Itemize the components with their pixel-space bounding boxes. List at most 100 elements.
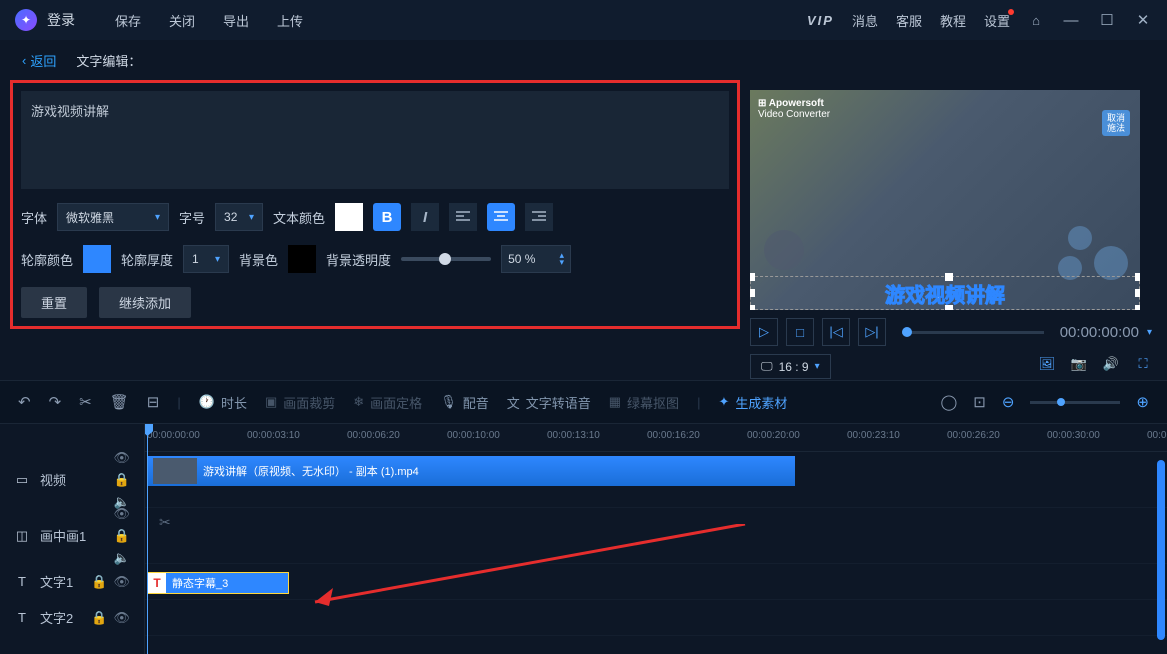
track-area[interactable]: 00:00:00:00 00:00:03:10 00:00:06:20 00:0…	[145, 424, 1167, 654]
window-close-icon[interactable]: ✕	[1134, 13, 1152, 27]
visibility-icon[interactable]: 👁	[113, 574, 130, 590]
menu-support[interactable]: 客服	[896, 11, 922, 30]
video-clip[interactable]: 游戏讲解（原视频、无水印） - 副本 (1).mp4	[147, 456, 795, 486]
duration-button[interactable]: 🕐时长	[199, 393, 247, 412]
delete-icon[interactable]: 🗑	[110, 393, 129, 411]
outline-color-swatch[interactable]	[83, 245, 111, 273]
time-ruler[interactable]: 00:00:00:00 00:00:03:10 00:00:06:20 00:0…	[145, 424, 1167, 452]
text2-lane[interactable]	[145, 600, 1167, 636]
vip-badge[interactable]: VIP	[807, 13, 834, 28]
zoom-out-icon[interactable]: ⊖	[1002, 393, 1015, 411]
menu-messages[interactable]: 消息	[852, 11, 878, 30]
visibility-icon[interactable]: 👁	[113, 450, 130, 466]
slider-thumb[interactable]	[439, 253, 451, 265]
next-frame-button[interactable]: ▷|	[858, 318, 886, 346]
menu-tutorial[interactable]: 教程	[940, 11, 966, 30]
generate-button[interactable]: ✦生成素材	[718, 393, 787, 412]
dub-button[interactable]: 🎙配音	[440, 393, 489, 412]
spin-down-icon[interactable]: ▾	[560, 259, 565, 266]
login-button[interactable]: 登录	[47, 10, 75, 30]
align-center-button[interactable]	[487, 203, 515, 231]
bg-opacity-value[interactable]: 50 %▴▾	[501, 245, 571, 273]
zoom-slider[interactable]	[1030, 401, 1120, 404]
bg-opacity-slider[interactable]	[401, 257, 491, 261]
tts-button[interactable]: 文文字转语音	[507, 393, 591, 412]
text-clip[interactable]: T 静态字幕_3	[147, 572, 289, 594]
outline-thickness-select[interactable]: 1▾	[183, 245, 229, 273]
zoom-thumb[interactable]	[1057, 398, 1065, 406]
menu-close[interactable]: 关闭	[169, 11, 195, 30]
timecode-dropdown-icon[interactable]: ▾	[1147, 327, 1152, 338]
chevron-down-icon: ▾	[155, 212, 160, 223]
italic-button[interactable]: I	[411, 203, 439, 231]
playback-thumb[interactable]	[902, 327, 912, 337]
camera-icon[interactable]: 📷	[1070, 355, 1088, 373]
visibility-icon[interactable]: 👁	[113, 506, 130, 522]
font-select[interactable]: 微软雅黑▾	[57, 203, 169, 231]
track-text2[interactable]: T 文字2 🔒👁	[0, 600, 144, 636]
crop-button[interactable]: ▣画面裁剪	[265, 393, 335, 412]
lock-icon[interactable]: 🔒	[114, 472, 130, 488]
stop-button[interactable]: □	[786, 318, 814, 346]
text-editor-panel: 游戏视频讲解 字体 微软雅黑▾ 字号 32▾ 文本颜色 B I 轮廓颜色 轮廓厚…	[0, 80, 750, 380]
caption-text-input[interactable]: 游戏视频讲解	[21, 91, 729, 189]
playhead[interactable]	[147, 424, 148, 654]
greenscreen-button[interactable]: ▦绿幕抠图	[609, 393, 679, 412]
lock-icon[interactable]: 🔒	[91, 574, 107, 590]
align-right-button[interactable]	[525, 203, 553, 231]
zoom-in-icon[interactable]: ⊕	[1136, 393, 1149, 411]
lock-icon[interactable]: 🔒	[114, 528, 130, 544]
timeline: ▭ 视频 👁🔒🔈 ◫ 画中画1 👁🔒🔈 T 文字1 🔒👁 T 文字2 🔒👁 00…	[0, 424, 1167, 654]
snapshot-icon[interactable]: 🖼	[1038, 355, 1056, 373]
panel-title: 文字编辑：	[76, 51, 141, 70]
pip-lane[interactable]: ✂	[145, 508, 1167, 564]
greenscreen-icon: ▦	[609, 394, 621, 410]
track-pip[interactable]: ◫ 画中画1 👁🔒🔈	[0, 508, 144, 564]
window-maximize-icon[interactable]: ☐	[1098, 13, 1116, 27]
visibility-icon[interactable]: 👁	[113, 610, 130, 626]
format-row-2: 轮廓颜色 轮廓厚度 1▾ 背景色 背景透明度 50 %▴▾	[21, 245, 729, 273]
redo-icon[interactable]: ↷	[49, 393, 62, 411]
text1-lane[interactable]: T 静态字幕_3	[145, 564, 1167, 600]
menu-upload[interactable]: 上传	[277, 11, 303, 30]
preview-tools: 🖼 📷 🔊 ⛶	[1038, 355, 1152, 373]
mic-icon: 🎙	[440, 394, 457, 410]
mute-icon[interactable]: 🔈	[114, 550, 130, 566]
fullscreen-icon[interactable]: ⛶	[1134, 355, 1152, 373]
window-minimize-icon[interactable]: —	[1062, 13, 1080, 27]
video-track-icon: ▭	[14, 472, 30, 488]
menu-save[interactable]: 保存	[115, 11, 141, 30]
playback-slider[interactable]	[902, 331, 1044, 334]
font-size-select[interactable]: 32▾	[215, 203, 263, 231]
lock-icon[interactable]: 🔒	[91, 610, 107, 626]
text-color-swatch[interactable]	[335, 203, 363, 231]
app-logo-icon: ✦	[15, 9, 37, 31]
track-video[interactable]: ▭ 视频 👁🔒🔈	[0, 452, 144, 508]
fit-icon[interactable]: ⊡	[973, 393, 986, 411]
cut-icon[interactable]: ✂	[79, 393, 92, 411]
menu-export[interactable]: 导出	[223, 11, 249, 30]
track-text1[interactable]: T 文字1 🔒👁	[0, 564, 144, 600]
volume-icon[interactable]: 🔊	[1102, 355, 1120, 373]
bold-button[interactable]: B	[373, 203, 401, 231]
freeze-button[interactable]: ❄画面定格	[353, 393, 422, 412]
menu-settings[interactable]: 设置	[984, 11, 1010, 30]
continue-add-button[interactable]: 继续添加	[99, 287, 191, 318]
game-scene: ⊞ ApowersoftVideo Converter 取消 施法 游戏视频讲解	[750, 90, 1140, 310]
undo-icon[interactable]: ↶	[18, 393, 31, 411]
vertical-scrollbar[interactable]	[1157, 460, 1165, 640]
clock-icon: 🕐	[199, 394, 215, 410]
outline-color-label: 轮廓颜色	[21, 250, 73, 269]
home-icon[interactable]: ⌂	[1028, 12, 1044, 28]
align-left-button[interactable]	[449, 203, 477, 231]
marker-icon[interactable]: ◯	[940, 393, 957, 411]
prev-frame-button[interactable]: |◁	[822, 318, 850, 346]
video-lane[interactable]: 游戏讲解（原视频、无水印） - 副本 (1).mp4	[145, 452, 1167, 508]
bg-color-swatch[interactable]	[288, 245, 316, 273]
video-preview[interactable]: ⊞ ApowersoftVideo Converter 取消 施法 游戏视频讲解	[750, 90, 1140, 310]
split-icon[interactable]: ⊟	[147, 393, 160, 411]
play-button[interactable]: ▷	[750, 318, 778, 346]
back-button[interactable]: ‹ 返回	[22, 51, 56, 70]
aspect-ratio-select[interactable]: 🖵 16 : 9 ▾	[750, 354, 831, 379]
reset-button[interactable]: 重置	[21, 287, 87, 318]
